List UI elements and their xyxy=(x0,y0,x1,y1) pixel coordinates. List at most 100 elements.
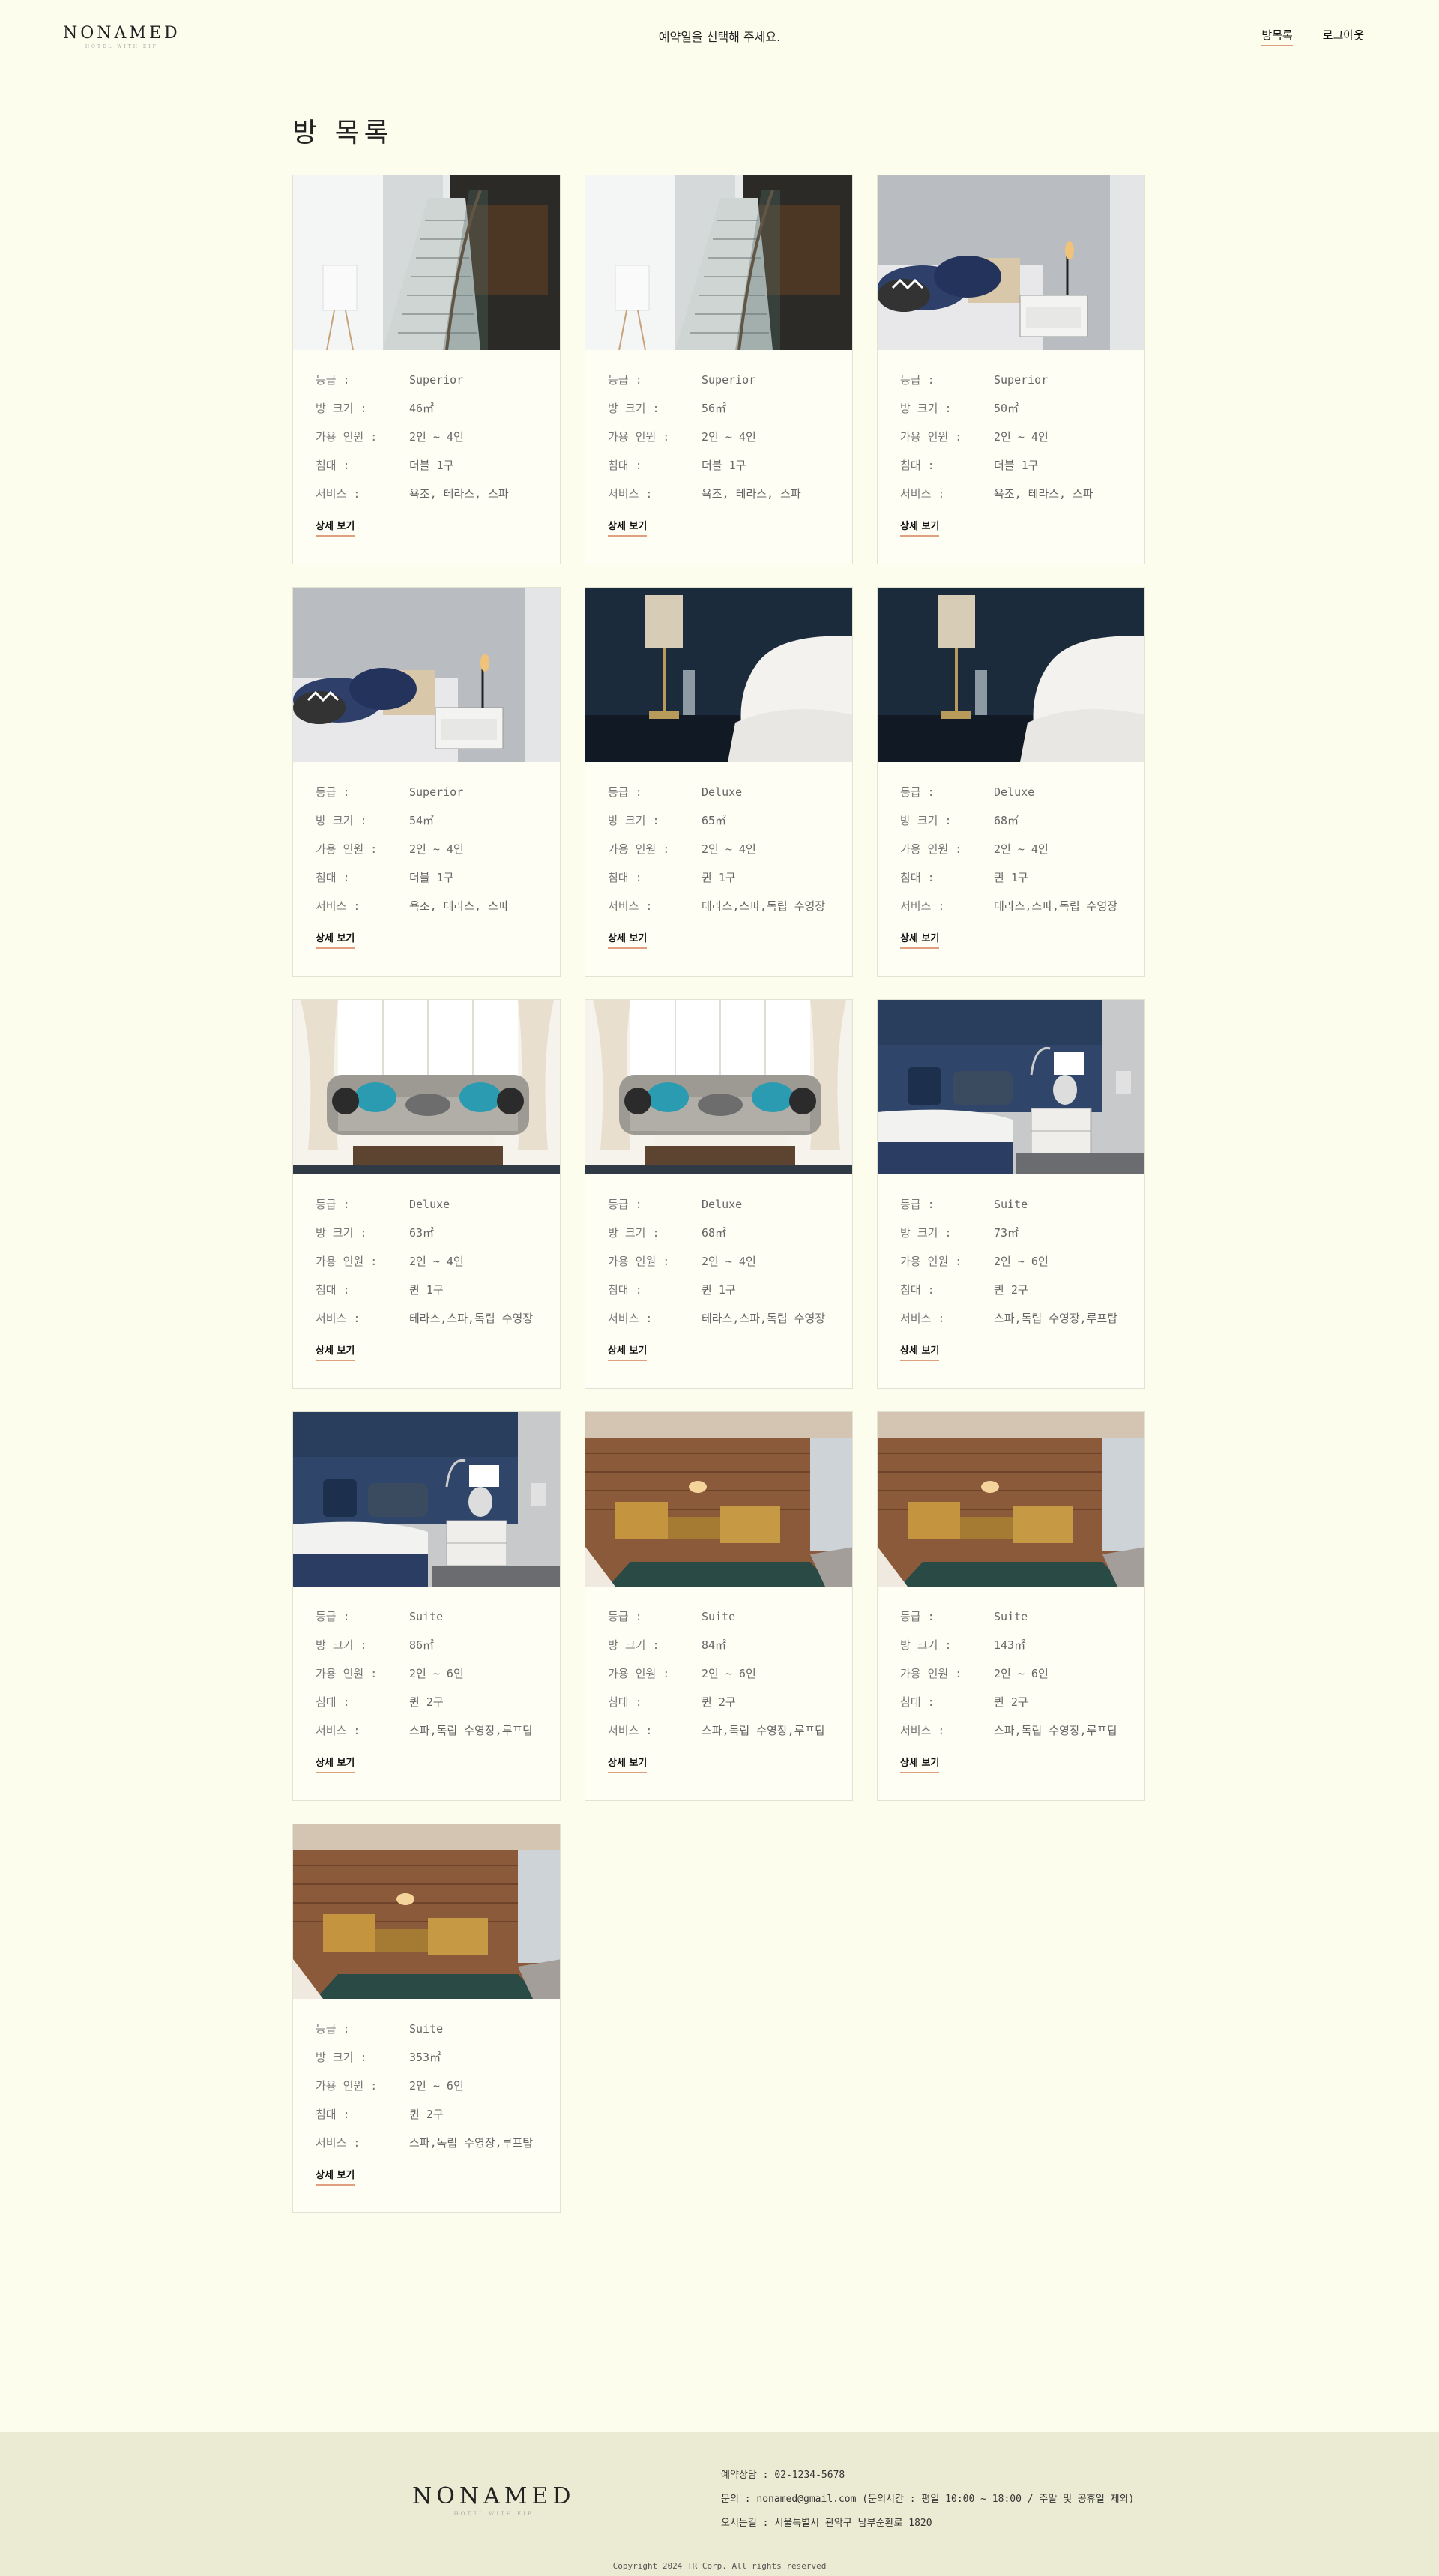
room-service-value: 욕조, 테라스, 스파 xyxy=(702,487,801,501)
room-grade-value: Suite xyxy=(409,2022,444,2036)
nav-room-list[interactable]: 방목록 xyxy=(1261,27,1293,46)
room-capacity-label: 가용 인원 : xyxy=(900,1667,962,1680)
detail-button[interactable]: 상세 보기 xyxy=(608,1342,648,1361)
room-photo[interactable] xyxy=(878,1412,1144,1587)
footer-logo: NONAMED HOTEL WITH EIF xyxy=(412,2483,575,2517)
room-grade-row: 등급 : Deluxe xyxy=(608,785,830,813)
nav-logout[interactable]: 로그아웃 xyxy=(1323,27,1364,46)
room-service-value: 테라스,스파,독립 수영장 xyxy=(994,899,1118,913)
room-bed-value: 더블 1구 xyxy=(702,459,746,472)
room-grade-row: 등급 : Suite xyxy=(608,1609,830,1638)
room-size-row: 방 크기 : 353㎡ xyxy=(316,2050,537,2078)
room-bed-row: 침대 : 퀸 1구 xyxy=(900,870,1122,899)
room-grade-value: Deluxe xyxy=(409,1198,450,1211)
room-size-row: 방 크기 : 63㎡ xyxy=(316,1225,537,1254)
room-size-value: 143㎡ xyxy=(994,1638,1026,1652)
room-capacity-value: 2인 ~ 6인 xyxy=(994,1667,1049,1680)
room-photo[interactable] xyxy=(293,1412,560,1587)
room-photo[interactable] xyxy=(293,1824,560,1999)
room-bed-row: 침대 : 퀸 1구 xyxy=(608,870,830,899)
room-size-value: 353㎡ xyxy=(409,2051,441,2064)
room-bed-value: 더블 1구 xyxy=(409,871,454,884)
room-service-label: 서비스 : xyxy=(608,487,653,501)
room-bed-row: 침대 : 퀸 2구 xyxy=(900,1695,1122,1723)
room-photo[interactable] xyxy=(878,175,1144,350)
room-grade-value: Suite xyxy=(702,1610,736,1623)
room-service-label: 서비스 : xyxy=(608,899,653,913)
room-photo[interactable] xyxy=(293,588,560,762)
room-card: 등급 : Suite 방 크기 : 86㎡ 가용 인원 : 2인 ~ 6인 침대 : 퀸 2구… xyxy=(292,1411,561,1801)
room-grade-label: 등급 : xyxy=(608,1610,642,1623)
detail-button[interactable]: 상세 보기 xyxy=(900,1755,940,1773)
room-capacity-value: 2인 ~ 4인 xyxy=(702,842,756,856)
detail-button[interactable]: 상세 보기 xyxy=(316,1755,355,1773)
detail-button[interactable]: 상세 보기 xyxy=(608,930,648,949)
room-bed-row: 침대 : 퀸 2구 xyxy=(900,1282,1122,1311)
detail-button[interactable]: 상세 보기 xyxy=(900,1342,940,1361)
room-capacity-label: 가용 인원 : xyxy=(316,1255,378,1268)
detail-button[interactable]: 상세 보기 xyxy=(316,930,355,949)
room-size-row: 방 크기 : 46㎡ xyxy=(316,401,537,429)
footer-address: 오시는길 : 서울특별시 관악구 남부순환로 1820 xyxy=(721,2518,932,2529)
room-size-row: 방 크기 : 68㎡ xyxy=(608,1225,830,1254)
room-photo[interactable] xyxy=(585,175,852,350)
detail-button[interactable]: 상세 보기 xyxy=(608,518,648,537)
room-photo[interactable] xyxy=(585,588,852,762)
room-size-value: 84㎡ xyxy=(702,1638,727,1652)
room-capacity-label: 가용 인원 : xyxy=(316,2079,378,2093)
room-bed-row: 침대 : 더블 1구 xyxy=(316,458,537,486)
room-service-label: 서비스 : xyxy=(316,899,360,913)
room-photo[interactable] xyxy=(878,588,1144,762)
room-service-row: 서비스 : 테라스,스파,독립 수영장 xyxy=(608,899,830,927)
room-size-label: 방 크기 : xyxy=(316,814,367,827)
room-grade-value: Superior xyxy=(409,785,464,799)
room-capacity-label: 가용 인원 : xyxy=(608,430,670,444)
room-bed-label: 침대 : xyxy=(316,459,350,472)
room-grade-label: 등급 : xyxy=(608,373,642,387)
detail-button[interactable]: 상세 보기 xyxy=(900,930,940,949)
page-title: 방 목록 xyxy=(292,118,393,148)
room-grade-value: Superior xyxy=(409,373,464,387)
room-grade-label: 등급 : xyxy=(316,1610,350,1623)
room-size-label: 방 크기 : xyxy=(900,1638,952,1652)
room-photo[interactable] xyxy=(293,175,560,350)
room-service-row: 서비스 : 스파,독립 수영장,루프탑 xyxy=(316,2135,537,2164)
room-size-row: 방 크기 : 54㎡ xyxy=(316,813,537,842)
main-nav: 방목록 로그아웃 xyxy=(1261,27,1364,46)
room-service-label: 서비스 : xyxy=(316,1724,360,1737)
detail-button[interactable]: 상세 보기 xyxy=(316,518,355,537)
room-service-label: 서비스 : xyxy=(316,2136,360,2150)
room-capacity-label: 가용 인원 : xyxy=(316,430,378,444)
room-capacity-value: 2인 ~ 6인 xyxy=(702,1667,756,1680)
room-size-row: 방 크기 : 65㎡ xyxy=(608,813,830,842)
room-grade-row: 등급 : Suite xyxy=(900,1609,1122,1638)
room-service-value: 욕조, 테라스, 스파 xyxy=(994,487,1093,501)
room-service-label: 서비스 : xyxy=(900,1724,945,1737)
room-capacity-label: 가용 인원 : xyxy=(608,1255,670,1268)
room-size-value: 65㎡ xyxy=(702,814,727,827)
room-grade-value: Superior xyxy=(994,373,1049,387)
room-photo[interactable] xyxy=(878,1000,1144,1174)
room-service-row: 서비스 : 스파,독립 수영장,루프탑 xyxy=(316,1723,537,1752)
detail-button[interactable]: 상세 보기 xyxy=(608,1755,648,1773)
room-photo[interactable] xyxy=(293,1000,560,1174)
footer-email: 문의 : nonamed@gmail.com (문의시간 : 평일 10:00 … xyxy=(721,2494,1135,2505)
room-bed-value: 퀸 2구 xyxy=(994,1283,1028,1297)
footer-logo-text: NONAMED xyxy=(412,2483,576,2509)
room-bed-label: 침대 : xyxy=(608,459,642,472)
room-grade-label: 등급 : xyxy=(316,1198,350,1211)
room-card: 등급 : Deluxe 방 크기 : 68㎡ 가용 인원 : 2인 ~ 4인 침대 : 퀸 1… xyxy=(877,587,1145,977)
room-card: 등급 : Superior 방 크기 : 50㎡ 가용 인원 : 2인 ~ 4인 침대 : 더… xyxy=(877,175,1145,564)
room-service-label: 서비스 : xyxy=(900,1312,945,1325)
detail-button[interactable]: 상세 보기 xyxy=(316,1342,355,1361)
room-photo[interactable] xyxy=(585,1000,852,1174)
room-size-row: 방 크기 : 84㎡ xyxy=(608,1638,830,1666)
detail-button[interactable]: 상세 보기 xyxy=(316,2167,355,2186)
room-info: 등급 : Deluxe 방 크기 : 65㎡ 가용 인원 : 2인 ~ 4인 침대 : 퀸 1… xyxy=(585,762,852,949)
room-grade-value: Superior xyxy=(702,373,756,387)
room-capacity-row: 가용 인원 : 2인 ~ 4인 xyxy=(900,429,1122,458)
room-bed-value: 더블 1구 xyxy=(994,459,1039,472)
detail-button[interactable]: 상세 보기 xyxy=(900,518,940,537)
room-card: 등급 : Suite 방 크기 : 73㎡ 가용 인원 : 2인 ~ 6인 침대 : 퀸 2구… xyxy=(877,999,1145,1389)
room-photo[interactable] xyxy=(585,1412,852,1587)
